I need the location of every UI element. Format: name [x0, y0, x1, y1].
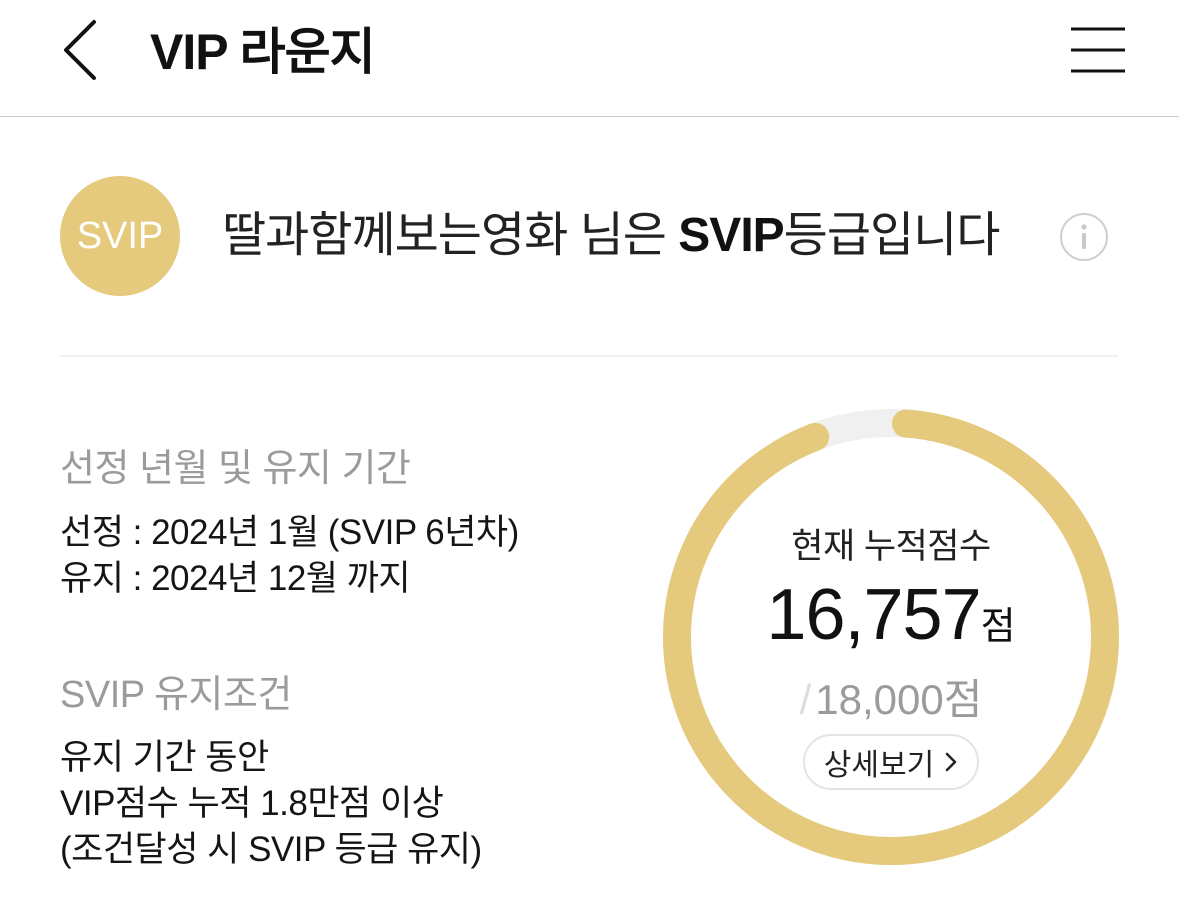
score-unit: 점: [980, 606, 1016, 648]
vip-lounge-page: VIP 라운지 SVIP 딸과함께보는영화 님은 SVIP등급입니다 선정 년월…: [0, 0, 1179, 911]
score-panel: 현재 누적점수 16,757점 /18,000점 상세보기: [662, 408, 1120, 866]
max-score: /18,000점: [662, 666, 1120, 727]
top-app-bar: VIP 라운지: [0, 0, 1179, 117]
current-score: 16,757점: [662, 574, 1120, 656]
grade-badge: SVIP: [60, 176, 180, 296]
grade-honorific: 님은: [567, 209, 679, 262]
user-name: 딸과함께보는영화: [222, 209, 568, 262]
condition-line: VIP점수 누적 1.8만점 이상: [60, 784, 444, 823]
menu-button[interactable]: [1068, 24, 1128, 76]
chevron-right-icon: [945, 752, 957, 772]
grade-name: SVIP: [678, 209, 784, 262]
maintain-line: 유지 : 2024년 12월 까지: [60, 559, 411, 598]
score-label: 현재 누적점수: [791, 527, 991, 566]
score-slash: /: [799, 676, 812, 723]
condition-line: 유지 기간 동안: [60, 738, 269, 777]
detail-button-label: 상세보기: [823, 749, 935, 782]
chevron-left-icon: [64, 20, 96, 80]
grade-suffix: 등급입니다: [783, 209, 1001, 262]
selection-period-title: 선정 년월 및 유지 기간: [60, 448, 411, 490]
condition-title: SVIP 유지조건: [60, 674, 292, 716]
info-icon: [1081, 224, 1087, 249]
hamburger-menu-icon: [1071, 27, 1125, 73]
page-title: VIP 라운지: [150, 24, 376, 80]
section-divider: [60, 355, 1118, 357]
back-button[interactable]: [56, 18, 106, 82]
grade-info-button[interactable]: [1060, 213, 1108, 261]
grade-message: 딸과함께보는영화 님은 SVIP등급입니다: [222, 206, 1001, 266]
selection-line: 선정 : 2024년 1월 (SVIP 6년차): [60, 513, 519, 552]
detail-button[interactable]: 상세보기: [803, 734, 979, 790]
current-score-number: 16,757: [766, 575, 981, 655]
max-score-value: 18,000점: [815, 676, 983, 723]
condition-line: (조건달성 시 SVIP 등급 유지): [60, 830, 482, 869]
